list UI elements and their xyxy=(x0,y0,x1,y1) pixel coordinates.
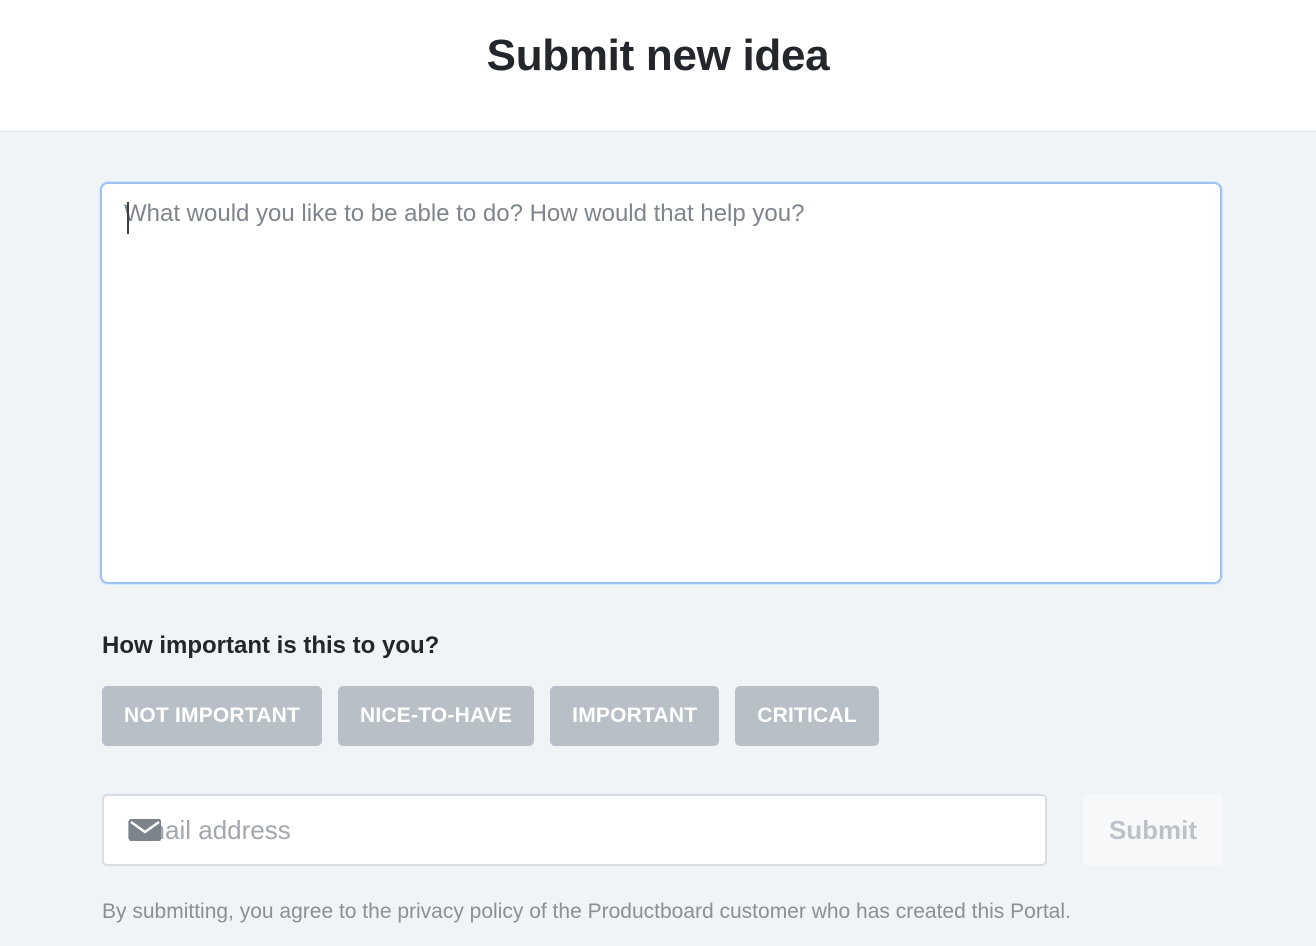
submit-button[interactable]: Submit xyxy=(1083,794,1223,866)
page-header: Submit new idea xyxy=(0,0,1316,132)
idea-textarea-container[interactable] xyxy=(100,182,1222,584)
privacy-note: By submitting, you agree to the privacy … xyxy=(102,900,1071,923)
text-cursor xyxy=(127,202,129,234)
importance-option-not-important[interactable]: NOT IMPORTANT xyxy=(102,686,323,746)
page-title: Submit new idea xyxy=(486,30,830,80)
importance-option-important[interactable]: IMPORTANT xyxy=(550,686,720,746)
importance-option-critical[interactable]: CRITICAL xyxy=(735,686,879,746)
idea-textarea[interactable] xyxy=(102,184,1220,582)
email-field[interactable] xyxy=(104,796,1045,864)
email-field-container[interactable] xyxy=(102,794,1047,866)
importance-option-nice-to-have[interactable]: NICE-TO-HAVE xyxy=(338,686,535,746)
importance-options: NOT IMPORTANT NICE-TO-HAVE IMPORTANT CRI… xyxy=(102,686,879,746)
importance-question: How important is this to you? xyxy=(102,632,440,659)
